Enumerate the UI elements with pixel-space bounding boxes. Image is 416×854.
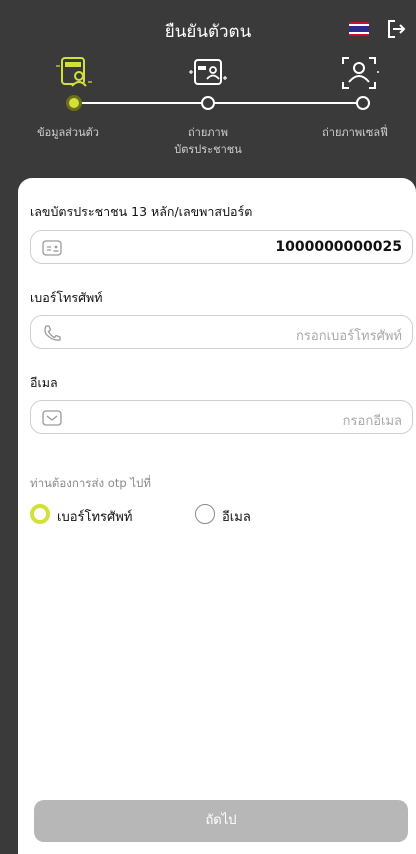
otp-option-phone[interactable]: เบอร์โทรศัพท์ bbox=[30, 504, 160, 525]
step-2-label-line2: บัตรประชาชน bbox=[174, 143, 242, 156]
thai-flag-icon[interactable] bbox=[349, 22, 369, 36]
id-card-field-icon bbox=[42, 239, 62, 257]
radio-checked-icon bbox=[30, 504, 50, 524]
phone-field[interactable]: กรอกเบอร์โทรศัพท์ bbox=[30, 315, 413, 349]
email-placeholder: กรอกอีเมล bbox=[342, 414, 402, 429]
id-number-label: เลขบัตรประชาชน 13 หลัก/เลขพาสปอร์ต bbox=[30, 204, 253, 219]
id-number-value: 1000000000025 bbox=[275, 239, 402, 255]
id-number-field[interactable]: 1000000000025 bbox=[30, 230, 413, 264]
phone-placeholder: กรอกเบอร์โทรศัพท์ bbox=[296, 329, 402, 344]
form-card: เลขบัตรประชาชน 13 หลัก/เลขพาสปอร์ต 10000… bbox=[18, 178, 416, 854]
phone-label: เบอร์โทรศัพท์ bbox=[30, 290, 103, 305]
step-1-label: ข้อมูลส่วนตัว bbox=[37, 126, 99, 139]
radio-unchecked-icon bbox=[195, 504, 215, 524]
phone-icon bbox=[42, 324, 62, 342]
person-card-icon bbox=[52, 52, 96, 94]
header: ยืนยันตัวตน ข้อมูลส่วนตัว ถ่ายภาพ บัตรปร… bbox=[0, 0, 416, 178]
email-field[interactable]: กรอกอีเมล bbox=[30, 400, 413, 434]
selfie-scan-icon bbox=[337, 52, 381, 94]
otp-option-phone-label: เบอร์โทรศัพท์ bbox=[57, 510, 133, 525]
email-label: อีเมล bbox=[30, 375, 58, 390]
progress-stepper: ข้อมูลส่วนตัว ถ่ายภาพ บัตรประชาชน ถ่ายภา… bbox=[0, 52, 416, 162]
otp-question: ท่านต้องการส่ง otp ไปที่ bbox=[30, 476, 151, 490]
step-3-indicator bbox=[356, 96, 370, 110]
stepper-track bbox=[74, 102, 370, 104]
otp-option-email-label: อีเมล bbox=[222, 510, 251, 525]
step-2-label: ถ่ายภาพ บัตรประชาชน bbox=[158, 124, 258, 158]
otp-option-email[interactable]: อีเมล bbox=[195, 504, 285, 525]
step-1-indicator bbox=[66, 95, 82, 111]
logout-icon[interactable] bbox=[385, 18, 407, 40]
step-2-indicator bbox=[201, 96, 215, 110]
mail-icon bbox=[42, 409, 62, 427]
screen: ยืนยันตัวตน ข้อมูลส่วนตัว ถ่ายภาพ บัตรปร… bbox=[0, 0, 416, 854]
id-card-icon bbox=[186, 52, 230, 94]
step-3-label: ถ่ายภาพเซลฟี่ bbox=[322, 126, 388, 139]
next-button[interactable]: ถัดไป bbox=[34, 800, 408, 842]
step-2-label-line1: ถ่ายภาพ bbox=[188, 126, 228, 139]
